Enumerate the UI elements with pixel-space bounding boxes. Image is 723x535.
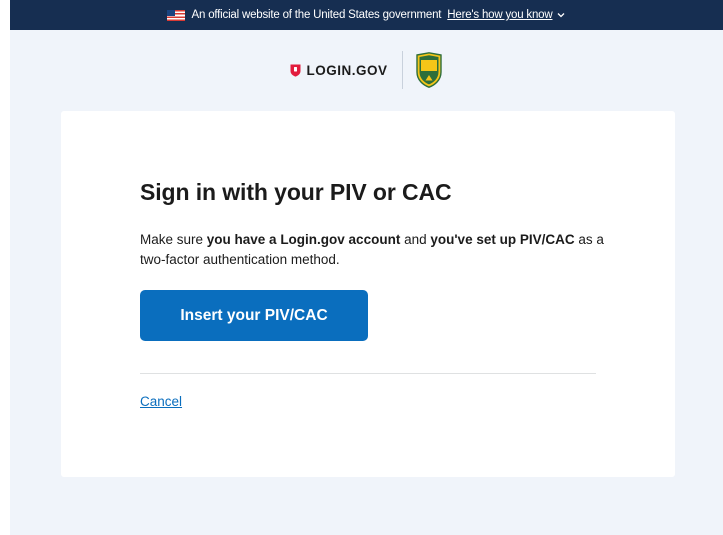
sign-in-card: Sign in with your PIV or CAC Make sure y… xyxy=(61,111,675,477)
instructions-emphasis-account: you have a Login.gov account xyxy=(206,232,401,247)
instructions-text-part: Make sure xyxy=(140,232,207,247)
divider xyxy=(140,373,596,374)
chevron-down-icon[interactable] xyxy=(556,10,566,20)
insert-piv-cac-button[interactable]: Insert your PIV/CAC xyxy=(140,290,368,341)
page: An official website of the United States… xyxy=(10,0,723,535)
login-gov-logo: LOGIN.GOV xyxy=(290,63,387,78)
logo-divider xyxy=(401,51,403,89)
gov-banner-text: An official website of the United States… xyxy=(191,9,442,21)
shield-icon xyxy=(290,64,301,77)
login-gov-wordmark: LOGIN.GOV xyxy=(306,62,388,78)
gov-banner: An official website of the United States… xyxy=(10,0,723,30)
forest-service-badge-icon xyxy=(415,52,442,88)
instructions-emphasis-piv: you've set up PIV/CAC xyxy=(430,232,575,247)
us-flag-icon xyxy=(166,9,185,21)
instructions-text: Make sure you have a Login.gov account a… xyxy=(140,230,610,270)
page-title: Sign in with your PIV or CAC xyxy=(140,179,452,205)
logo-header: LOGIN.GOV xyxy=(10,30,723,110)
heres-how-you-know-link[interactable]: Here's how you know xyxy=(447,9,552,21)
instructions-text-part: and xyxy=(400,232,431,247)
cancel-link[interactable]: Cancel xyxy=(140,394,182,409)
